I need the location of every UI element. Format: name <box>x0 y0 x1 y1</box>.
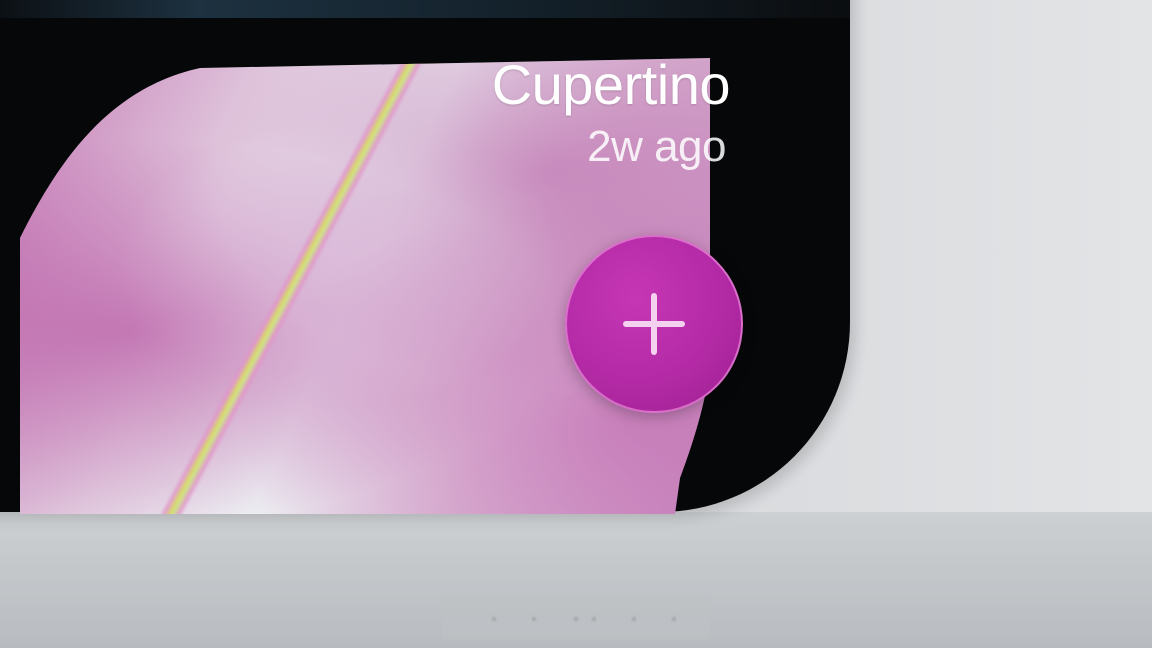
toolbar-dot <box>592 617 596 621</box>
toolbar-dot <box>532 617 536 621</box>
toolbar-dot <box>672 617 676 621</box>
toolbar-dot <box>632 617 636 621</box>
toolbar-dot <box>492 617 496 621</box>
scene: Cupertino 2w ago <box>0 0 1152 648</box>
bottom-toolbar <box>442 598 710 640</box>
add-button[interactable] <box>565 235 743 413</box>
previous-photo-strip <box>0 0 850 18</box>
toolbar-dot <box>574 617 578 621</box>
plus-icon <box>623 293 685 355</box>
photo-location-title: Cupertino <box>491 53 731 116</box>
photo-time-label: 2w ago <box>587 122 726 171</box>
